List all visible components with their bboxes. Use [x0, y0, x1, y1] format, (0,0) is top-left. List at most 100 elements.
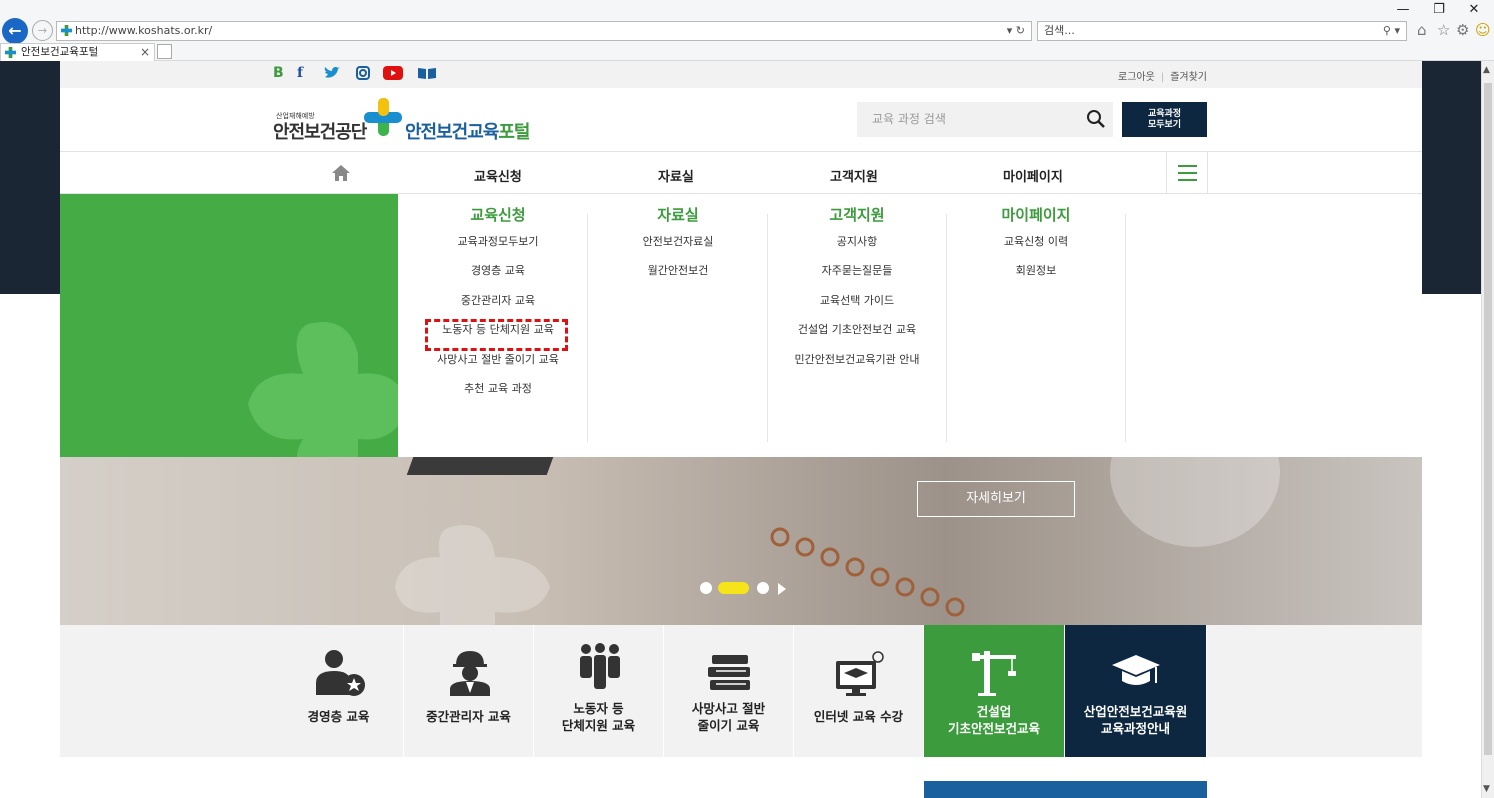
mega-link-fatal-accident[interactable]: 사망사고 절반 줄이기 교육	[408, 352, 588, 381]
home-icon[interactable]	[331, 164, 351, 182]
mega-link-member-info[interactable]: 회원정보	[946, 263, 1126, 292]
content-wrapper: B f 로그아웃 | 즐겨찾기 산업재해예방 안전보건공단 안전보건교육포털 교…	[60, 61, 1422, 798]
mega-link-history[interactable]: 교육신청 이력	[946, 234, 1126, 263]
all-courses-button[interactable]: 교육과정 모두보기	[1122, 102, 1207, 137]
gear-icon[interactable]: ⚙	[1456, 21, 1469, 39]
nav-item-support[interactable]: 고객지원	[830, 166, 878, 185]
site-favicon-icon	[61, 25, 72, 36]
highlight-annotation-box	[425, 319, 568, 351]
slider-dot-3[interactable]	[757, 582, 769, 594]
mega-col-mypage: 마이페이지 교육신청 이력 회원정보	[946, 194, 1126, 457]
logo-kosha-text: 안전보건공단	[273, 122, 367, 143]
close-window-button[interactable]: ✕	[1459, 2, 1489, 17]
notebook-spiral-icon	[770, 527, 965, 617]
logout-link[interactable]: 로그아웃	[1118, 72, 1155, 83]
quick-worker-group-label: 노동자 등 단체지원 교육	[561, 701, 636, 733]
books-stack-icon	[708, 655, 750, 690]
mega-link-recommended[interactable]: 추천 교육 과정	[408, 381, 588, 410]
minimize-button[interactable]: —	[1388, 2, 1418, 17]
quick-institute[interactable]: 산업안전보건교육원 교육과정안내	[1065, 625, 1207, 757]
site-header: 산업재해예방 안전보건공단 안전보건교육포털 교육 과정 검색 교육과정 모두보…	[60, 88, 1422, 151]
nav-item-apply[interactable]: 교육신청	[474, 166, 522, 185]
address-bar[interactable]: http://www.koshats.or.kr/ ▾ ↻	[56, 21, 1032, 41]
slider-dot-2[interactable]	[718, 582, 749, 594]
mega-title-mypage[interactable]: 마이페이지	[946, 204, 1126, 234]
utility-links: 로그아웃 | 즐겨찾기	[1118, 68, 1207, 83]
mega-link-all-courses[interactable]: 교육과정모두보기	[408, 234, 588, 263]
banner-keyboard-shape	[406, 457, 554, 475]
mega-link-faq[interactable]: 자주묻는질문들	[767, 263, 947, 292]
mega-title-apply[interactable]: 교육신청	[408, 204, 588, 234]
refresh-icon[interactable]: ▾ ↻	[1007, 22, 1025, 40]
browser-tab[interactable]: 안전보건교육포털 ×	[0, 43, 155, 61]
tab-favicon-icon	[5, 47, 16, 58]
nav-item-mypage[interactable]: 마이페이지	[1003, 166, 1063, 185]
mega-title-support[interactable]: 고객지원	[767, 204, 947, 234]
mega-link-private-institutions[interactable]: 민간안전보건교육기관 안내	[767, 352, 947, 381]
quick-construction[interactable]: 건설업 기초안전보건교육	[924, 625, 1065, 757]
vertical-scrollbar[interactable]: ▲ ▼	[1481, 61, 1494, 798]
mega-link-construction-basic[interactable]: 건설업 기초안전보건 교육	[767, 322, 947, 351]
search-icon[interactable]: ⚲ ▾	[1383, 22, 1400, 40]
quick-middle-manager[interactable]: 중간관리자 교육	[404, 625, 534, 757]
mega-link-middle-manager[interactable]: 중간관리자 교육	[408, 293, 588, 322]
mega-link-monthly[interactable]: 월간안전보건	[588, 263, 768, 292]
slider-dot-1[interactable]	[700, 582, 712, 594]
tab-title: 안전보건교육포털	[21, 46, 99, 58]
instagram-icon[interactable]	[356, 65, 370, 81]
nav-item-resources[interactable]: 자료실	[658, 166, 694, 185]
quick-internet-course-label: 인터넷 교육 수강	[813, 709, 904, 724]
all-courses-line1: 교육과정	[1147, 109, 1182, 119]
search-icon[interactable]	[1086, 109, 1106, 129]
quick-executive[interactable]: 경영층 교육	[274, 625, 404, 757]
quick-middle-manager-label: 중간관리자 교육	[426, 709, 511, 724]
book-icon[interactable]	[417, 65, 437, 81]
logo-cross-icon	[364, 98, 402, 136]
quick-construction-label: 건설업 기초안전보건교육	[947, 704, 1040, 736]
twitter-icon[interactable]	[324, 65, 341, 81]
back-button[interactable]: ←	[2, 18, 28, 44]
link-separator: |	[1160, 72, 1165, 83]
construction-crane-icon	[972, 651, 1016, 696]
quick-internet-course[interactable]: 인터넷 교육 수강	[794, 625, 924, 757]
quick-fatal-accident[interactable]: 사망사고 절반 줄이기 교육	[664, 625, 794, 757]
new-tab-button[interactable]	[157, 44, 172, 59]
logo-portal-text: 안전보건교육포털	[405, 122, 530, 143]
scroll-thumb[interactable]	[1484, 83, 1492, 755]
scroll-up-icon[interactable]: ▲	[1483, 65, 1490, 75]
mega-link-guide[interactable]: 교육선택 가이드	[767, 293, 947, 322]
favorites-link[interactable]: 즐겨찾기	[1170, 72, 1207, 83]
course-search-placeholder: 교육 과정 검색	[872, 112, 946, 126]
tab-close-icon[interactable]: ×	[140, 44, 150, 61]
url-text: http://www.koshats.or.kr/	[75, 24, 213, 37]
mega-link-notice[interactable]: 공지사항	[767, 234, 947, 263]
mega-title-resources[interactable]: 자료실	[588, 204, 768, 234]
star-icon[interactable]: ☆	[1437, 21, 1450, 39]
column-divider	[1125, 214, 1126, 442]
mega-link-executive[interactable]: 경영층 교육	[408, 263, 588, 292]
blog-icon[interactable]: B	[273, 65, 284, 81]
youtube-icon[interactable]	[383, 65, 403, 81]
facebook-icon[interactable]: f	[297, 65, 303, 81]
group-people-icon	[580, 643, 620, 689]
computer-graduation-icon	[836, 651, 884, 696]
browser-search-input[interactable]: 검색... ⚲ ▾	[1037, 21, 1407, 41]
smiley-icon[interactable]: ☺	[1475, 21, 1491, 39]
safety-helmet-worker-icon	[450, 651, 490, 696]
course-search-input[interactable]: 교육 과정 검색	[857, 102, 1113, 137]
browser-search-placeholder: 검색...	[1044, 24, 1075, 37]
home-icon[interactable]: ⌂	[1417, 21, 1427, 39]
web-page: B f 로그아웃 | 즐겨찾기 산업재해예방 안전보건공단 안전보건교육포털 교…	[0, 61, 1481, 798]
decorative-cross-icon	[248, 322, 398, 457]
quick-fatal-accident-label: 사망사고 절반 줄이기 교육	[691, 701, 766, 733]
quick-worker-group[interactable]: 노동자 등 단체지원 교육	[534, 625, 664, 757]
banner-circle-shape	[1110, 457, 1280, 547]
scroll-down-icon[interactable]: ▼	[1483, 784, 1490, 794]
detail-button[interactable]: 자세히보기	[917, 481, 1075, 517]
mega-link-safety-resources[interactable]: 안전보건자료실	[588, 234, 768, 263]
restore-button[interactable]: ❐	[1424, 2, 1454, 17]
browser-chrome: — ❐ ✕ ← → http://www.koshats.or.kr/ ▾ ↻ …	[0, 0, 1494, 61]
forward-button[interactable]: →	[32, 20, 53, 41]
hamburger-menu-icon[interactable]	[1166, 152, 1208, 194]
slider-play-icon[interactable]	[778, 583, 786, 595]
